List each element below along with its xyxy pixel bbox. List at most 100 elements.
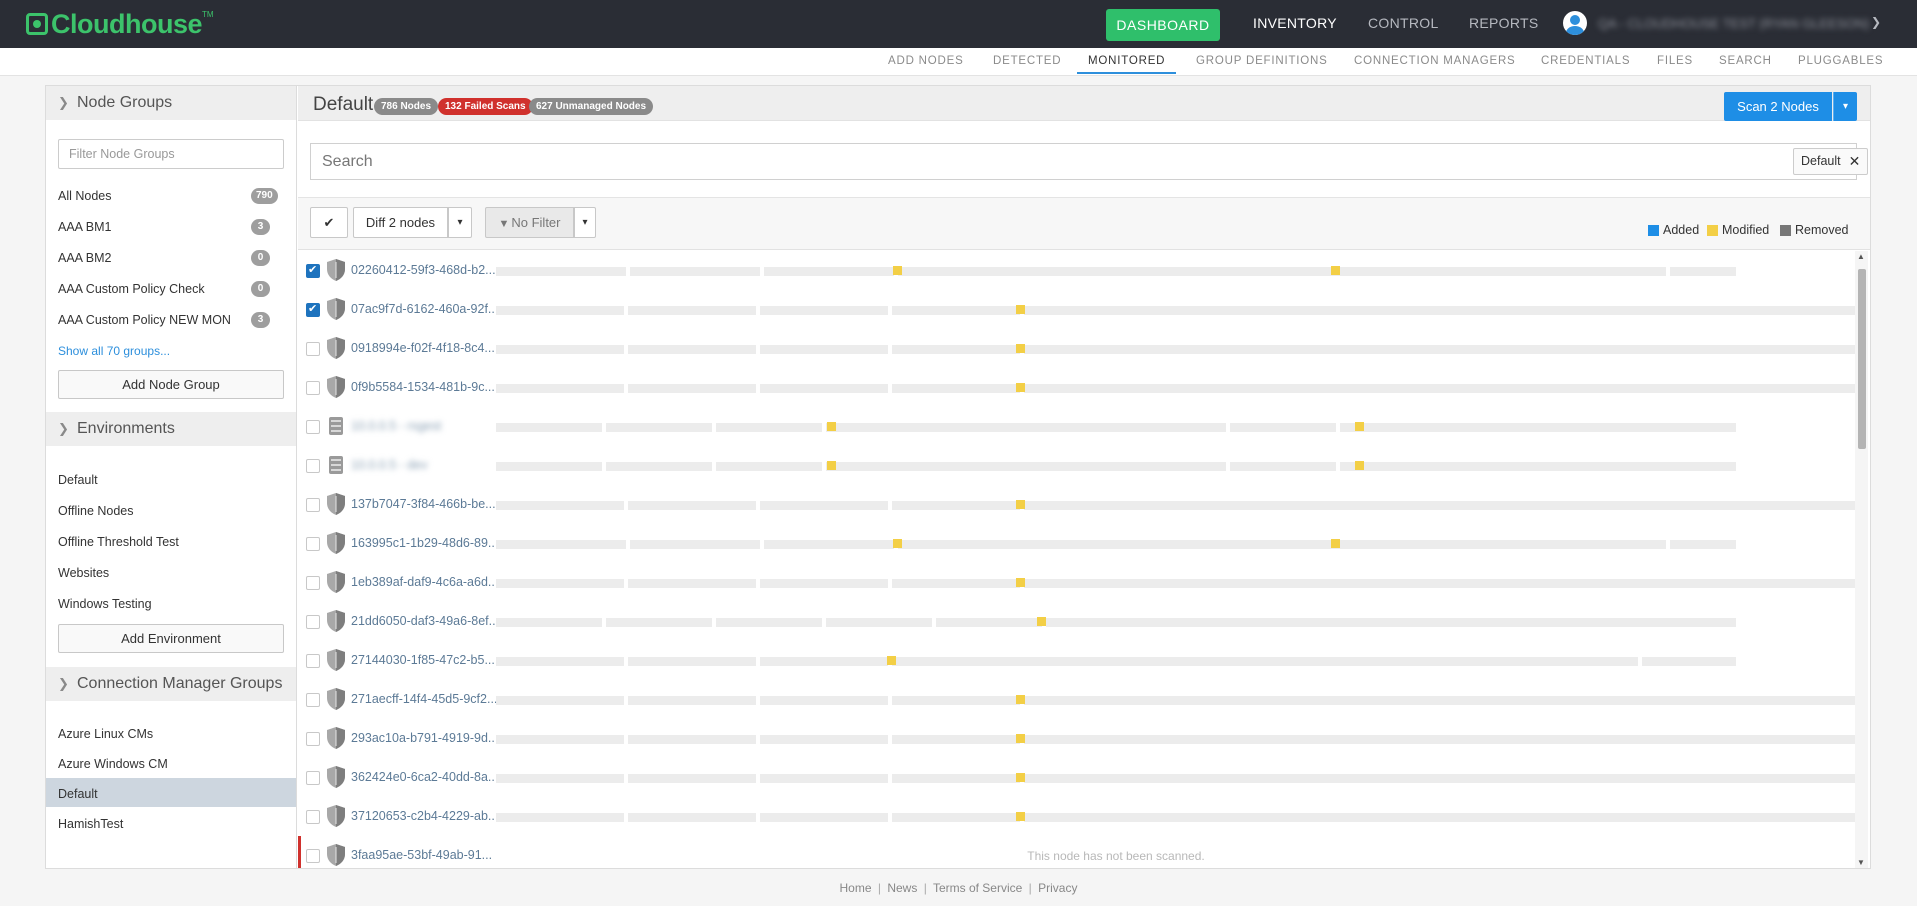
subnav-group-definitions[interactable]: GROUP DEFINITIONS xyxy=(1196,55,1328,67)
table-row[interactable]: 37120653-c2b4-4229-ab... xyxy=(298,797,1868,836)
diff-bar-segment[interactable] xyxy=(716,618,822,627)
diff-bar-segment[interactable] xyxy=(496,696,624,705)
modified-marker[interactable] xyxy=(1016,344,1025,353)
node-name-link[interactable]: 3faa95ae-53bf-49ab-91... xyxy=(351,848,492,862)
diff-bar-segment[interactable] xyxy=(760,774,888,783)
subnav-detected[interactable]: DETECTED xyxy=(993,55,1061,67)
scrollbar[interactable]: ▲ ▼ xyxy=(1855,251,1868,868)
diff-bar-segment[interactable] xyxy=(826,618,932,627)
row-checkbox[interactable] xyxy=(306,576,320,590)
modified-marker[interactable] xyxy=(1037,617,1046,626)
diff-bar-segment[interactable] xyxy=(1340,423,1736,432)
node-name-link[interactable]: 0918994e-f02f-4f18-8c4... xyxy=(351,341,495,355)
table-row[interactable]: 27144030-1f85-47c2-b5... xyxy=(298,641,1853,680)
diff-bar-segment[interactable] xyxy=(760,501,888,510)
node-group-item[interactable]: AAA BM1 xyxy=(58,220,112,234)
node-name-link[interactable]: 07ac9f7d-6162-460a-92f... xyxy=(351,302,498,316)
footer-home-link[interactable]: Home xyxy=(840,881,872,895)
search-input[interactable] xyxy=(311,144,1511,179)
environment-item[interactable]: Default xyxy=(58,473,98,487)
diff-bar[interactable] xyxy=(496,422,1736,432)
row-checkbox[interactable] xyxy=(306,849,320,863)
modified-marker[interactable] xyxy=(1016,383,1025,392)
diff-bar[interactable] xyxy=(496,266,1736,276)
subnav-connection-managers[interactable]: CONNECTION MANAGERS xyxy=(1354,55,1516,67)
diff-bar-segment[interactable] xyxy=(764,267,894,276)
table-row[interactable]: 21dd6050-daf3-49a6-8ef... xyxy=(298,602,1853,641)
diff-bar-segment[interactable] xyxy=(1024,774,1868,783)
node-name-link[interactable]: 02260412-59f3-468d-b2... xyxy=(351,263,496,277)
modified-marker[interactable] xyxy=(893,539,902,548)
footer-terms-link[interactable]: Terms of Service xyxy=(933,881,1022,895)
cm-group-item[interactable]: Azure Linux CMs xyxy=(58,727,153,741)
diff-bar[interactable] xyxy=(496,734,1868,744)
diff-bar-segment[interactable] xyxy=(628,813,756,822)
modified-marker[interactable] xyxy=(893,266,902,275)
environments-header[interactable]: ❯ Environments xyxy=(46,412,296,446)
node-name-link[interactable]: 271aecff-14f4-45d5-9cf2... xyxy=(351,692,497,706)
diff-bar-segment[interactable] xyxy=(1230,462,1336,471)
diff-bar[interactable] xyxy=(496,617,1736,627)
diff-bar-segment[interactable] xyxy=(496,462,602,471)
diff-bar-segment[interactable] xyxy=(892,696,1020,705)
table-row[interactable]: 10.0.0.5 - dev xyxy=(298,446,1853,485)
diff-bar-segment[interactable] xyxy=(898,540,1666,549)
modified-marker[interactable] xyxy=(1016,812,1025,821)
node-name-link[interactable]: 10.0.0.5 - rsgest xyxy=(351,419,441,433)
row-checkbox[interactable] xyxy=(306,615,320,629)
diff-bar-segment[interactable] xyxy=(892,657,1638,666)
diff-bar-segment[interactable] xyxy=(496,267,626,276)
diff-bar-segment[interactable] xyxy=(1024,696,1868,705)
node-name-link[interactable]: 1eb389af-daf9-4c6a-a6d... xyxy=(351,575,498,589)
row-checkbox[interactable] xyxy=(306,732,320,746)
diff-bar-segment[interactable] xyxy=(892,579,1020,588)
nav-control[interactable]: CONTROL xyxy=(1368,15,1439,31)
diff-bar-segment[interactable] xyxy=(1024,813,1868,822)
diff-bar-segment[interactable] xyxy=(606,618,712,627)
environment-item[interactable]: Websites xyxy=(58,566,109,580)
cm-group-item-selected[interactable]: Default xyxy=(58,787,98,801)
cloudhouse-logo[interactable]: Cloudhouse TM xyxy=(26,9,214,39)
table-row[interactable]: 293ac10a-b791-4919-9d... xyxy=(298,719,1868,758)
diff-bar-segment[interactable] xyxy=(716,423,822,432)
diff-bar-segment[interactable] xyxy=(628,657,756,666)
diff-bar-segment[interactable] xyxy=(628,306,756,315)
node-name-link[interactable]: 27144030-1f85-47c2-b5... xyxy=(351,653,495,667)
node-group-item[interactable]: AAA BM2 xyxy=(58,251,112,265)
table-row[interactable]: 0918994e-f02f-4f18-8c4... xyxy=(298,329,1868,368)
add-environment-button[interactable]: Add Environment xyxy=(58,624,284,653)
row-checkbox[interactable] xyxy=(306,498,320,512)
diff-bar-segment[interactable] xyxy=(630,267,760,276)
table-row[interactable]: 163995c1-1b29-48d6-89... xyxy=(298,524,1853,563)
subnav-monitored[interactable]: MONITORED xyxy=(1088,55,1165,67)
modified-marker[interactable] xyxy=(1016,773,1025,782)
row-checkbox[interactable] xyxy=(306,537,320,551)
diff-bar-segment[interactable] xyxy=(936,618,1042,627)
node-name-link[interactable]: 21dd6050-daf3-49a6-8ef... xyxy=(351,614,499,628)
dashboard-button[interactable]: DASHBOARD xyxy=(1106,9,1220,41)
diff-bar-segment[interactable] xyxy=(628,735,756,744)
diff-bar[interactable] xyxy=(496,500,1868,510)
row-checkbox[interactable] xyxy=(306,420,320,434)
diff-bar-segment[interactable] xyxy=(760,735,888,744)
diff-bar-segment[interactable] xyxy=(826,423,1226,432)
node-name-link[interactable]: 37120653-c2b4-4229-ab... xyxy=(351,809,498,823)
no-filter-button[interactable]: ▼ No Filter xyxy=(485,207,574,238)
diff-bar-segment[interactable] xyxy=(1024,735,1868,744)
diff-bar[interactable] xyxy=(496,383,1868,393)
diff-bar-segment[interactable] xyxy=(1670,540,1736,549)
diff-bar-segment[interactable] xyxy=(628,774,756,783)
table-row[interactable]: 3faa95ae-53bf-49ab-91... This node has no… xyxy=(298,836,1853,868)
diff-bar-segment[interactable] xyxy=(606,462,712,471)
row-checkbox[interactable] xyxy=(306,302,320,317)
scroll-down-arrow-icon[interactable]: ▼ xyxy=(1857,858,1865,867)
row-checkbox[interactable] xyxy=(306,654,320,668)
diff-bar-segment[interactable] xyxy=(496,345,624,354)
diff-bar-segment[interactable] xyxy=(496,813,624,822)
diff-bar-segment[interactable] xyxy=(496,735,624,744)
select-all-check-icon[interactable]: ✔ xyxy=(310,207,348,238)
diff-bar-segment[interactable] xyxy=(496,618,602,627)
diff-bar-segment[interactable] xyxy=(1046,618,1736,627)
diff-bar-segment[interactable] xyxy=(1024,579,1868,588)
diff-bar-segment[interactable] xyxy=(628,345,756,354)
